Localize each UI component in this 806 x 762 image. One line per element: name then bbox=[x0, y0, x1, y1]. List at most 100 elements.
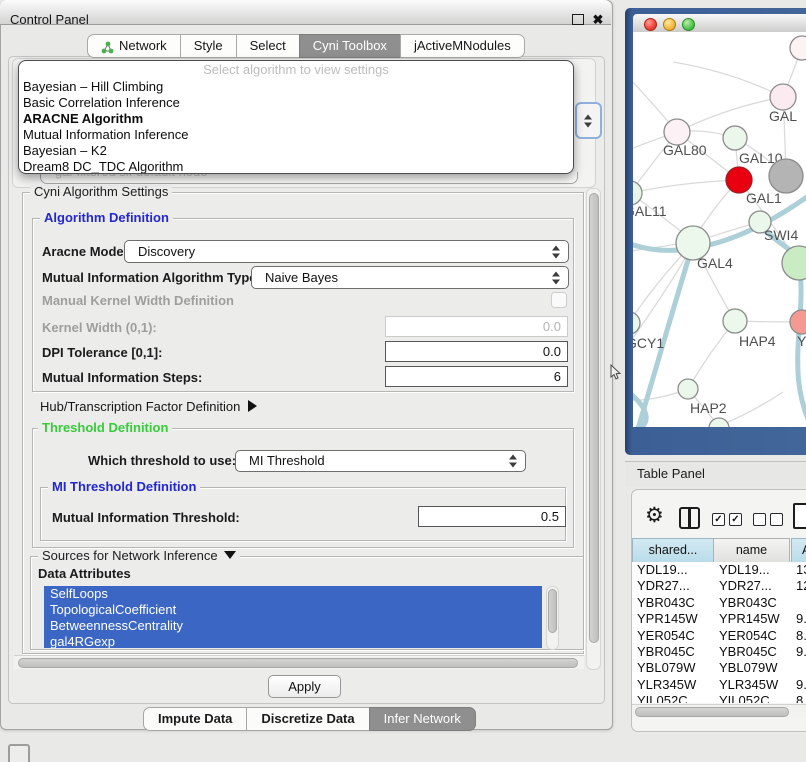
list-scrollbar-thumb[interactable] bbox=[548, 589, 557, 633]
cyni-algorithm-settings-label: Cyni Algorithm Settings bbox=[30, 185, 172, 199]
table-row[interactable]: YLR345WYLR345W9. bbox=[632, 677, 806, 693]
dropdown-item[interactable]: Mutual Information Inference bbox=[23, 127, 563, 143]
table-row[interactable]: YPR145WYPR145W9. bbox=[632, 611, 806, 627]
tab-impute-data[interactable]: Impute Data bbox=[143, 707, 247, 731]
tab-discretize-data[interactable]: Discretize Data bbox=[246, 707, 369, 731]
dropdown-item-selected[interactable]: ARACNE Algorithm bbox=[23, 111, 563, 127]
table-cell: 9. bbox=[791, 677, 806, 693]
network-node[interactable] bbox=[723, 126, 747, 150]
dropdown-item[interactable]: Bayesian – Hill Climbing bbox=[23, 79, 563, 95]
algorithm-combobox-fragment[interactable] bbox=[575, 102, 602, 139]
dropdown-item[interactable]: Dream8 DC_TDC Algorithm bbox=[23, 159, 563, 174]
dpi-tolerance-field[interactable]: 0.0 bbox=[385, 341, 568, 362]
table-row[interactable]: YDL19...YDL19...13 bbox=[632, 562, 806, 578]
column-header-shared-name[interactable]: shared... bbox=[632, 538, 714, 563]
table-row[interactable]: YBR043CYBR043C bbox=[632, 595, 806, 611]
network-edge[interactable] bbox=[719, 392, 783, 426]
apply-button[interactable]: Apply bbox=[268, 675, 341, 698]
dropdown-item[interactable]: Basic Correlation Inference bbox=[23, 95, 563, 111]
tab-style[interactable]: Style bbox=[180, 34, 237, 58]
unchecked-checkbox-icon[interactable] bbox=[770, 513, 783, 526]
column-header-partial[interactable]: A bbox=[791, 538, 806, 563]
checked-checkbox-icon[interactable]: ✓ bbox=[712, 513, 725, 526]
network-node-label: GAL4 bbox=[697, 255, 733, 271]
settings-vscrollbar-thumb[interactable] bbox=[589, 193, 599, 643]
close-icon[interactable]: ✖ bbox=[590, 8, 606, 32]
unchecked-checkbox-icon[interactable] bbox=[753, 513, 766, 526]
table-hscrollbar-thumb[interactable] bbox=[635, 707, 789, 717]
settings-gear-icon[interactable]: ⚙ bbox=[645, 504, 664, 528]
network-edge[interactable] bbox=[633, 180, 739, 193]
table-cell: 13 bbox=[791, 562, 806, 578]
minimize-traffic-light-icon[interactable] bbox=[663, 18, 676, 31]
table-cell: YBR043C bbox=[714, 595, 791, 611]
screen: Control Panel ✖ NetworkStyleSelectCyni T… bbox=[0, 0, 806, 762]
settings-hscrollbar-track[interactable] bbox=[14, 655, 584, 669]
network-view-titlebar[interactable] bbox=[633, 14, 806, 33]
aracne-mode-select[interactable]: Discovery bbox=[124, 240, 569, 263]
tab-network[interactable]: Network bbox=[87, 34, 181, 58]
settings-vscrollbar-track[interactable] bbox=[586, 188, 601, 670]
which-threshold-select[interactable]: MI Threshold bbox=[235, 450, 526, 472]
tab-jactivemnodules[interactable]: jActiveMNodules bbox=[400, 34, 525, 58]
list-item[interactable]: BetweennessCentrality bbox=[44, 618, 542, 634]
dropdown-item[interactable]: Bayesian – K2 bbox=[23, 143, 563, 159]
network-node[interactable] bbox=[723, 309, 747, 333]
network-node[interactable] bbox=[678, 379, 698, 399]
threshold-definition-label: Threshold Definition bbox=[38, 421, 172, 435]
float-window-icon[interactable] bbox=[572, 14, 584, 25]
tab-cyni-toolbox[interactable]: Cyni Toolbox bbox=[299, 34, 401, 58]
network-node[interactable] bbox=[782, 246, 806, 280]
table-row[interactable]: YBR045CYBR045C9. bbox=[632, 644, 806, 660]
network-node[interactable] bbox=[790, 310, 806, 334]
dropdown-prompt: Select algorithm to view settings bbox=[19, 62, 573, 78]
list-item[interactable]: TopologicalCoefficient bbox=[44, 602, 542, 618]
mouse-cursor bbox=[610, 364, 623, 381]
mi-algorithm-type-select[interactable]: Naive Bayes bbox=[251, 266, 569, 289]
table-cell: YPR145W bbox=[632, 611, 714, 627]
settings-hscrollbar-thumb[interactable] bbox=[18, 658, 578, 668]
mi-threshold-field[interactable]: 0.5 bbox=[418, 506, 566, 527]
checked-checkbox-icon[interactable]: ✓ bbox=[729, 513, 742, 526]
network-node[interactable] bbox=[709, 418, 729, 427]
mi-threshold-definition-label: MI Threshold Definition bbox=[48, 480, 200, 494]
document-icon[interactable] bbox=[793, 503, 806, 529]
network-node[interactable] bbox=[633, 312, 640, 334]
mi-algorithm-type-value: Naive Bayes bbox=[265, 267, 338, 288]
list-scrollbar-track[interactable] bbox=[546, 586, 559, 650]
tab-infer-network[interactable]: Infer Network bbox=[369, 707, 476, 731]
network-node-label: HAP4 bbox=[739, 333, 776, 349]
table-cell: YBR043C bbox=[632, 595, 714, 611]
zoom-traffic-light-icon[interactable] bbox=[682, 18, 695, 31]
manual-kernel-width-checkbox[interactable] bbox=[551, 292, 567, 308]
kernel-width-field[interactable]: 0.0 bbox=[385, 316, 568, 337]
kernel-width-label: Kernel Width (0,1): bbox=[42, 320, 157, 336]
network-node-label: HAP2 bbox=[690, 400, 727, 416]
table-row[interactable]: YBL079WYBL079W bbox=[632, 660, 806, 676]
network-node[interactable] bbox=[769, 159, 803, 193]
column-layout-icon[interactable] bbox=[679, 507, 700, 529]
list-item[interactable]: gal4RGexp bbox=[44, 634, 542, 648]
table-row[interactable]: YIL052CYIL052C8. bbox=[632, 693, 806, 703]
network-canvas[interactable]: GALGAL80GAL10GAL1GAL11SWI4GAL4GCY1HAP4YH… bbox=[633, 32, 806, 427]
table-row[interactable]: YER054CYER054C8. bbox=[632, 628, 806, 644]
sources-group-label[interactable]: Sources for Network Inference bbox=[38, 549, 240, 563]
mi-steps-field[interactable]: 6 bbox=[385, 366, 568, 387]
table-row[interactable]: YDR27...YDR27...12 bbox=[632, 578, 806, 594]
collapse-arrow-icon bbox=[224, 551, 236, 559]
column-header-name[interactable]: name bbox=[714, 538, 790, 563]
table-body: YDL19...YDL19...13YDR27...YDR27...12YBR0… bbox=[632, 562, 806, 703]
aracne-mode-label: Aracne Mode: bbox=[42, 244, 128, 260]
table-cell bbox=[791, 660, 806, 676]
list-item[interactable]: SelfLoops bbox=[44, 586, 542, 602]
hub-definition-expander[interactable]: Hub/Transcription Factor Definition bbox=[40, 399, 257, 415]
grid-view-icon[interactable] bbox=[8, 744, 30, 762]
network-node[interactable] bbox=[770, 84, 796, 110]
network-node[interactable] bbox=[790, 36, 806, 60]
table-hscrollbar-track[interactable] bbox=[632, 704, 806, 718]
tab-select[interactable]: Select bbox=[236, 34, 300, 58]
close-traffic-light-icon[interactable] bbox=[644, 18, 657, 31]
network-node-label: GAL11 bbox=[633, 203, 667, 219]
network-edge[interactable] bbox=[673, 62, 783, 97]
data-attributes-list[interactable]: SelfLoops TopologicalCoefficient Between… bbox=[44, 586, 542, 648]
